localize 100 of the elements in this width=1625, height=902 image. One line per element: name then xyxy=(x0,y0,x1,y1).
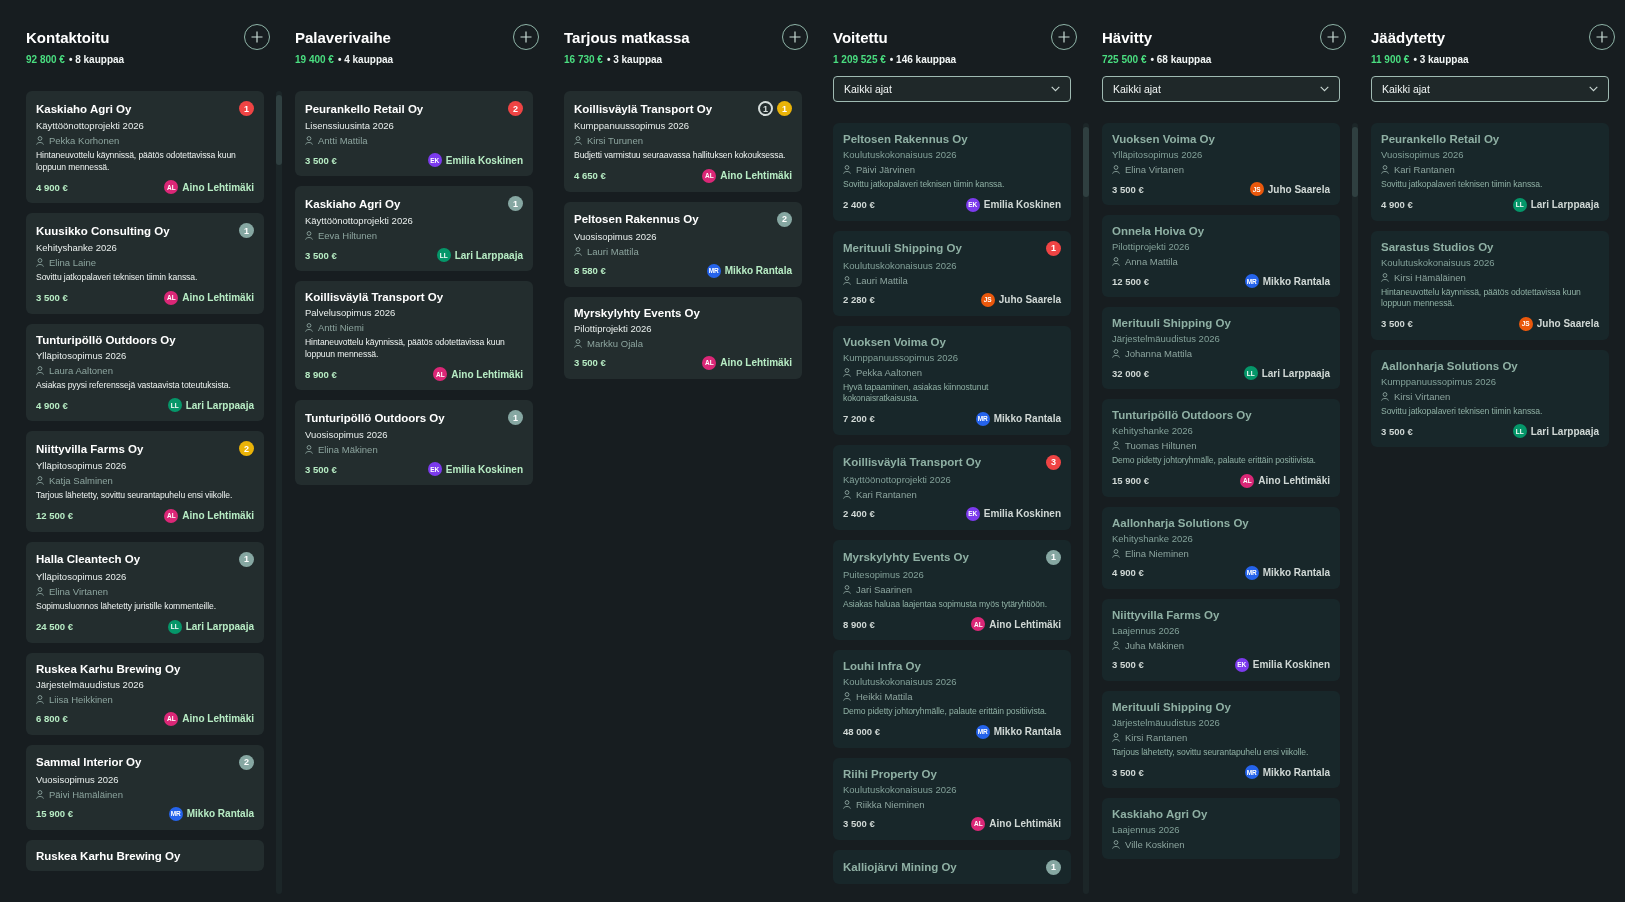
owner-name: Emilia Koskinen xyxy=(445,154,523,166)
company-name: Myrskylyhty Events Oy xyxy=(574,306,700,319)
person-icon xyxy=(1112,165,1120,174)
project-name: Vuosisopimus 2026 xyxy=(305,429,389,441)
count-badge: 1 xyxy=(1046,240,1061,256)
company-name: Louhi Infra Oy xyxy=(843,660,921,673)
deal-note: Sovittu jatkopalaveri teknisen tiimin kanssa. xyxy=(1381,179,1544,191)
company-name: Ruskea Karhu Brewing Oy xyxy=(36,662,181,675)
person-icon xyxy=(36,476,44,486)
project-name: Koulutuskokonaisuus 2026 xyxy=(843,676,958,688)
chevron-down-icon xyxy=(1320,86,1329,92)
scrollbar[interactable] xyxy=(1083,123,1089,894)
column-total: 16 730 € xyxy=(564,54,603,65)
count-badge: 1 xyxy=(239,551,254,567)
deal-note: Asiakas haluaa laajentaa sopimusta myös tytäryhtiöön. xyxy=(843,598,1048,611)
project-name: Käyttöönottoprojekti 2026 xyxy=(305,215,414,226)
deal-value: 8 900 € xyxy=(305,368,337,380)
contact-name: Ville Koskinen xyxy=(1125,839,1185,851)
column-title: Kontaktoitu xyxy=(26,28,110,46)
owner-name: Mikko Rantala xyxy=(1262,567,1330,579)
chevron-down-icon xyxy=(1589,86,1598,92)
project-name: Ylläpitosopimus 2026 xyxy=(1112,149,1204,160)
person-icon xyxy=(1112,257,1120,266)
owner-name: Aino Lehtimäki xyxy=(720,170,792,182)
company-name: Sammal Interior Oy xyxy=(36,756,142,769)
project-name: Palvelusopimus 2026 xyxy=(305,307,397,318)
contact-name: Antti Niemi xyxy=(318,322,364,333)
contact-name: Juha Mäkinen xyxy=(1125,639,1185,651)
company-name: Vuoksen Voima Oy xyxy=(843,335,946,348)
contact-name: Lauri Mattila xyxy=(587,245,639,257)
person-icon xyxy=(843,489,851,499)
deal-note: Hintaneuvottelu käynnissä, päätös odotettavissa kuun loppuun mennessä. xyxy=(1381,286,1582,310)
chevron-down-icon xyxy=(1051,86,1060,92)
owner-name: Mikko Rantala xyxy=(186,808,254,820)
owner-name: Emilia Koskinen xyxy=(1252,659,1330,671)
project-name: Pilottiprojekti 2026 xyxy=(1112,241,1191,252)
deal-value: 3 500 € xyxy=(1381,425,1413,437)
deal-value: 6 800 € xyxy=(36,713,68,725)
deal-value: 2 280 € xyxy=(843,294,875,306)
time-filter-dropdown[interactable]: Kaikki ajat xyxy=(1102,76,1340,102)
deal-note: Tarjous lähetetty, sovittu seurantapuhelu ensi viikolle. xyxy=(1112,746,1310,759)
deal-value: 3 500 € xyxy=(36,292,68,304)
deal-value: 3 500 € xyxy=(305,249,337,261)
person-icon xyxy=(36,694,44,704)
project-name: Ylläpitosopimus 2026 xyxy=(36,460,128,472)
owner-name: Lari Larppaaja xyxy=(1530,199,1599,211)
deal-value: 32 000 € xyxy=(1112,367,1149,379)
person-icon xyxy=(574,136,582,145)
project-name: Koulutuskokonaisuus 2026 xyxy=(1381,256,1496,268)
contact-name: Jari Saarinen xyxy=(856,583,912,595)
contact-name: Elina Laine xyxy=(49,257,96,269)
company-name: Kuusikko Consulting Oy xyxy=(36,224,170,237)
contact-name: Eeva Hiltunen xyxy=(318,230,378,241)
owner-name: Aino Lehtimäki xyxy=(182,510,254,522)
company-name: Niittyvilla Farms Oy xyxy=(1112,608,1220,621)
deal-value: 7 200 € xyxy=(843,413,875,425)
deal-card[interactable]: Kaskiaho Agri Oy Laajennus 2026 Ville Koskinen xyxy=(1102,798,1340,860)
deal-value: 3 500 € xyxy=(574,357,606,369)
deal-count: • 3 kauppaa xyxy=(1413,54,1469,65)
owner-name: Mikko Rantala xyxy=(993,726,1061,738)
deal-note: Asiakas pyysi referenssejä vastaavista toteutuksista. xyxy=(36,379,232,392)
plus-icon xyxy=(789,31,801,43)
owner-name: Aino Lehtimäki xyxy=(1258,475,1330,487)
person-icon xyxy=(305,323,313,332)
project-name: Järjestelmäuudistus 2026 xyxy=(36,678,145,690)
project-name: Kehityshanke 2026 xyxy=(36,242,118,254)
time-filter-dropdown[interactable]: Kaikki ajat xyxy=(1371,76,1609,102)
deal-card[interactable]: Ruskea Karhu Brewing Oy xyxy=(26,839,264,871)
project-name: Puitesopimus 2026 xyxy=(843,568,925,580)
contact-name: Kirsi Hämäläinen xyxy=(1394,271,1466,283)
deal-card[interactable]: Kalliojärvi Mining Oy 1 xyxy=(833,849,1071,884)
time-filter-dropdown[interactable]: Kaikki ajat xyxy=(833,76,1071,102)
column-total: 1 209 525 € xyxy=(833,54,886,65)
deal-note: Sopimusluonnos lähetetty juristille kommenteille. xyxy=(36,600,217,613)
deal-value: 8 900 € xyxy=(843,618,875,630)
count-badge: 1 xyxy=(239,101,254,116)
project-name: Kumppanuussopimus 2026 xyxy=(574,120,691,131)
deal-note: Hintaneuvottelu käynnissä, päätös odotettavissa kuun loppuun mennessä. xyxy=(305,337,506,361)
company-name: Merituuli Shipping Oy xyxy=(1112,317,1231,329)
deal-count: • 3 kauppaa xyxy=(606,54,663,65)
person-icon xyxy=(36,789,44,799)
scrollbar[interactable] xyxy=(1352,123,1358,894)
count-badge: 1 xyxy=(508,196,523,211)
company-name: Tunturipöllö Outdoors Oy xyxy=(305,411,445,424)
owner-name: Aino Lehtimäki xyxy=(989,818,1061,830)
count-badge: 1 xyxy=(777,101,792,116)
project-name: Laajennus 2026 xyxy=(1112,624,1181,636)
project-name: Kehityshanke 2026 xyxy=(1112,532,1194,544)
deal-count: • 146 kauppaa xyxy=(889,54,957,65)
scrollbar[interactable] xyxy=(276,91,282,894)
company-name: Sarastus Studios Oy xyxy=(1381,240,1494,253)
contact-name: Laura Aaltonen xyxy=(49,364,113,376)
project-name: Kehityshanke 2026 xyxy=(1112,425,1194,436)
person-icon xyxy=(1112,840,1120,850)
deal-value: 3 500 € xyxy=(843,818,875,830)
contact-name: Kirsi Rantanen xyxy=(1125,731,1188,743)
person-icon xyxy=(305,445,313,455)
company-name: Peltosen Rakennus Oy xyxy=(574,213,699,226)
owner-name: Emilia Koskinen xyxy=(983,508,1061,520)
deal-note: Demo pidetty johtoryhmälle, palaute erittäin positiivista. xyxy=(1112,455,1317,467)
